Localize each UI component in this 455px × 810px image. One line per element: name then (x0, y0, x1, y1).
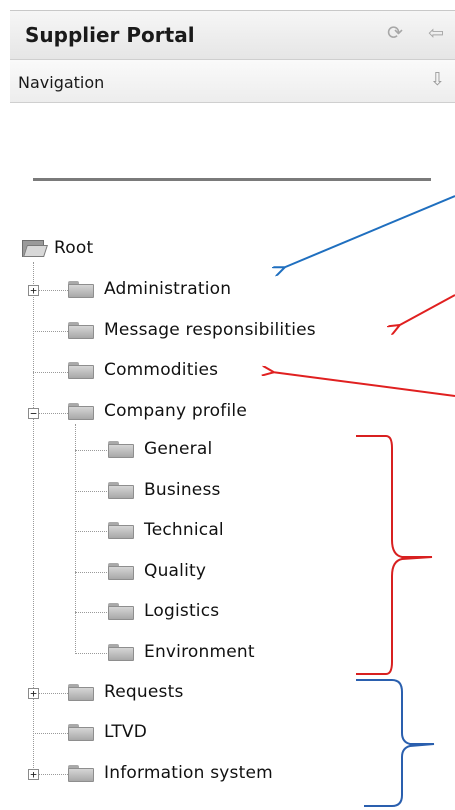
tree-item-label: Technical (144, 520, 224, 540)
folder-icon (68, 764, 94, 782)
tree-item-commodities[interactable]: Commodities (68, 353, 218, 387)
folder-icon (108, 643, 134, 661)
tree-item-business[interactable]: Business (108, 473, 221, 507)
tree-item-label: Requests (104, 682, 184, 702)
open-folder-icon (22, 238, 48, 258)
folder-icon (68, 723, 94, 741)
collapse-toggle-company-profile[interactable]: − (28, 408, 39, 419)
tree-item-label: Business (144, 480, 221, 500)
folder-icon (68, 321, 94, 339)
tree-item-label: Message responsibilities (104, 320, 316, 340)
tree-item-technical[interactable]: Technical (108, 513, 224, 547)
tree-connector (75, 424, 76, 654)
folder-icon (68, 402, 94, 420)
tree-connector (33, 372, 68, 373)
tree-root[interactable]: Root (22, 231, 93, 265)
tree-item-label: Environment (144, 642, 255, 662)
tree-item-company-profile[interactable]: Company profile (68, 394, 247, 428)
tree-item-label: Quality (144, 561, 207, 581)
expand-toggle-information-system[interactable]: + (28, 769, 39, 780)
tree-item-label: LTVD (104, 722, 148, 742)
tree-item-environment[interactable]: Environment (108, 635, 255, 669)
tree-item-label: Logistics (144, 601, 220, 621)
tree-connector (33, 733, 68, 734)
tree-item-label: Information system (104, 763, 273, 783)
tree-item-information-system[interactable]: Information system (68, 756, 273, 790)
tree-item-quality[interactable]: Quality (108, 554, 206, 588)
tree-connector (75, 450, 107, 451)
folder-icon (108, 562, 134, 580)
folder-icon (68, 683, 94, 701)
folder-icon (108, 602, 134, 620)
expand-toggle-administration[interactable]: + (28, 285, 39, 296)
tree-connector (75, 531, 107, 532)
tree-connector (75, 653, 107, 654)
folder-icon (68, 280, 94, 298)
folder-icon (108, 440, 134, 458)
tree-item-message-responsibilities[interactable]: Message responsibilities (68, 313, 316, 347)
tree-connector (75, 491, 107, 492)
tree-connector (75, 612, 107, 613)
supplier-portal-panel: Supplier Portal ⟳ ⇦ Navigation ⇩ + − + + (0, 0, 455, 810)
expand-toggle-requests[interactable]: + (28, 688, 39, 699)
tree-item-label: Commodities (104, 360, 219, 380)
tree-item-label: Administration (104, 279, 232, 299)
tree-root-label: Root (54, 238, 94, 258)
tree-item-logistics[interactable]: Logistics (108, 594, 219, 628)
tree-item-requests[interactable]: Requests (68, 675, 184, 709)
tree-item-label: General (144, 439, 213, 459)
folder-icon (108, 481, 134, 499)
tree-item-general[interactable]: General (108, 432, 212, 466)
tree-item-administration[interactable]: Administration (68, 272, 231, 306)
folder-icon (68, 361, 94, 379)
navigation-tree: + − + + Root Administration Message resp… (0, 0, 455, 810)
tree-item-label: Company profile (104, 401, 247, 421)
tree-item-ltvd[interactable]: LTVD (68, 715, 147, 749)
folder-icon (108, 521, 134, 539)
tree-connector (33, 331, 68, 332)
tree-connector (75, 572, 107, 573)
